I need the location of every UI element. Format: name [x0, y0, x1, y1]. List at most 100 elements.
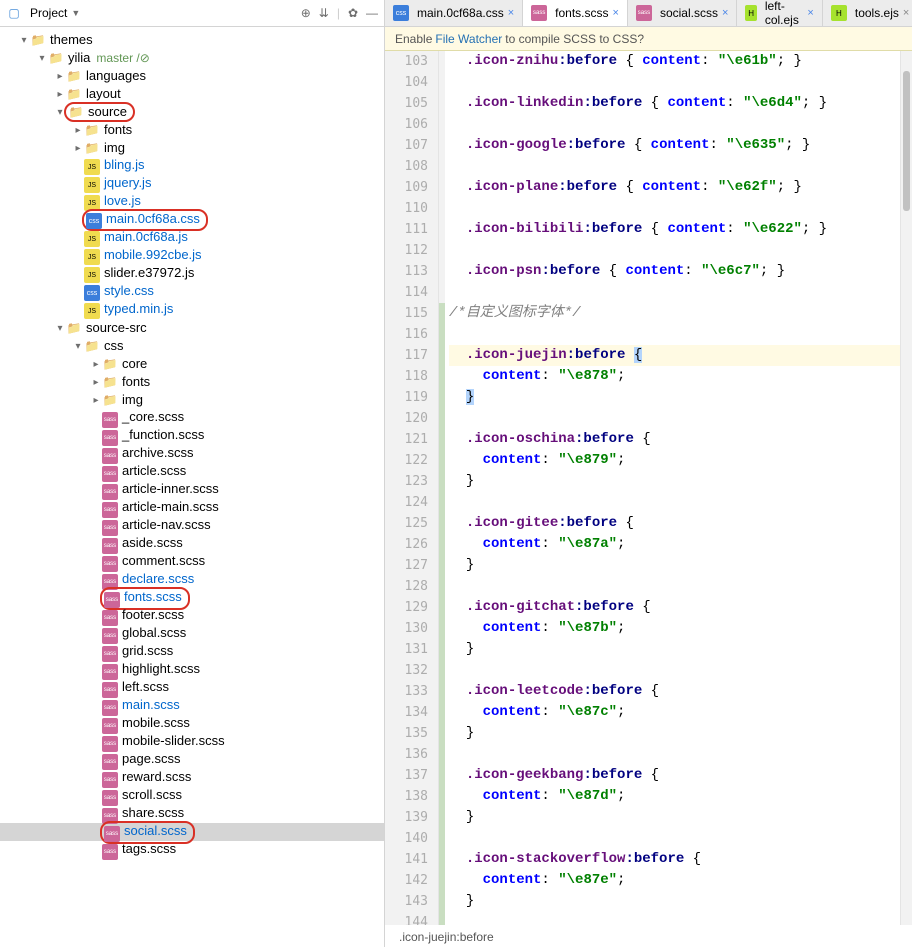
code-line[interactable]: .icon-geekbang:before {	[449, 765, 900, 786]
tree-item[interactable]: bling.js	[0, 157, 384, 175]
tree-item[interactable]: ▸img	[0, 391, 384, 409]
code-line[interactable]	[449, 72, 900, 93]
code-area[interactable]: .icon-znihu:before { content: "\e61b"; }…	[445, 51, 900, 925]
code-line[interactable]	[449, 156, 900, 177]
tree-item[interactable]: mobile.992cbe.js	[0, 247, 384, 265]
tree-item[interactable]: ▸languages	[0, 67, 384, 85]
code-line[interactable]: content: "\e879";	[449, 450, 900, 471]
tree-item[interactable]: ▾themes	[0, 31, 384, 49]
close-icon[interactable]: ×	[807, 7, 813, 19]
code-line[interactable]	[449, 744, 900, 765]
editor-tab[interactable]: fonts.scss×	[523, 0, 628, 26]
close-icon[interactable]: ×	[722, 7, 728, 19]
tree-item[interactable]: tags.scss	[0, 841, 384, 859]
code-line[interactable]: .icon-bilibili:before { content: "\e622"…	[449, 219, 900, 240]
tree-item[interactable]: main.scss	[0, 697, 384, 715]
code-line[interactable]	[449, 240, 900, 261]
editor-tab[interactable]: left-col.ejs×	[737, 0, 822, 26]
code-line[interactable]	[449, 492, 900, 513]
code-line[interactable]	[449, 114, 900, 135]
tree-item[interactable]: archive.scss	[0, 445, 384, 463]
tree-item[interactable]: ▸fonts	[0, 121, 384, 139]
tree-item[interactable]: declare.scss	[0, 571, 384, 589]
tree-item[interactable]: mobile-slider.scss	[0, 733, 384, 751]
gear-icon[interactable]: ✿	[348, 6, 358, 20]
tree-item[interactable]: ▸fonts	[0, 373, 384, 391]
tree-item[interactable]: style.css	[0, 283, 384, 301]
code-line[interactable]: .icon-stackoverflow:before {	[449, 849, 900, 870]
tree-item[interactable]: typed.min.js	[0, 301, 384, 319]
tree-item[interactable]: article-main.scss	[0, 499, 384, 517]
code-line[interactable]: .icon-linkedin:before { content: "\e6d4"…	[449, 93, 900, 114]
code-line[interactable]: content: "\e87b";	[449, 618, 900, 639]
code-line[interactable]: }	[449, 723, 900, 744]
code-line[interactable]	[449, 198, 900, 219]
tree-item[interactable]: main.0cf68a.css	[0, 211, 384, 229]
breadcrumb[interactable]: .icon-juejin:before	[399, 930, 494, 944]
code-line[interactable]	[449, 408, 900, 429]
code-line[interactable]: }	[449, 639, 900, 660]
file-watcher-infobar[interactable]: Enable File Watcher to compile SCSS to C…	[385, 27, 912, 51]
code-line[interactable]	[449, 828, 900, 849]
tree-item[interactable]: left.scss	[0, 679, 384, 697]
tree-item[interactable]: jquery.js	[0, 175, 384, 193]
tree-item[interactable]: ▾yilia master / ⊘	[0, 49, 384, 67]
code-line[interactable]: }	[449, 555, 900, 576]
code-line[interactable]: content: "\e87e";	[449, 870, 900, 891]
code-line[interactable]	[449, 912, 900, 925]
editor-tab[interactable]: social.scss×	[628, 0, 737, 26]
expander-icon[interactable]: ▸	[90, 395, 102, 406]
scrollbar-thumb[interactable]	[903, 71, 910, 211]
tree-item[interactable]: ▾source-src	[0, 319, 384, 337]
editor-tab[interactable]: tools.ejs×	[823, 0, 912, 26]
expander-icon[interactable]: ▸	[72, 125, 84, 136]
tree-item[interactable]: ▸img	[0, 139, 384, 157]
code-line[interactable]: .icon-psn:before { content: "\e6c7"; }	[449, 261, 900, 282]
close-icon[interactable]: ×	[508, 7, 514, 19]
code-line[interactable]: /*自定义图标字体*/	[449, 303, 900, 324]
tree-item[interactable]: reward.scss	[0, 769, 384, 787]
expander-icon[interactable]: ▸	[90, 359, 102, 370]
expander-icon[interactable]: ▸	[72, 143, 84, 154]
tree-item[interactable]: slider.e37972.js	[0, 265, 384, 283]
project-tree[interactable]: ▾themes▾yilia master / ⊘▸languages▸layou…	[0, 27, 384, 947]
tree-item[interactable]: ▸core	[0, 355, 384, 373]
expander-icon[interactable]: ▸	[90, 377, 102, 388]
code-line[interactable]: .icon-gitee:before {	[449, 513, 900, 534]
tree-item[interactable]: share.scss	[0, 805, 384, 823]
code-line[interactable]: content: "\e87c";	[449, 702, 900, 723]
code-line[interactable]: }	[449, 471, 900, 492]
code-line[interactable]: }	[449, 387, 900, 408]
tree-item[interactable]: footer.scss	[0, 607, 384, 625]
editor-tab[interactable]: main.0cf68a.css×	[385, 0, 523, 26]
tree-item[interactable]: _core.scss	[0, 409, 384, 427]
hide-icon[interactable]: —	[366, 6, 378, 20]
code-line[interactable]: }	[449, 891, 900, 912]
scrollbar[interactable]	[900, 51, 912, 925]
code-line[interactable]	[449, 660, 900, 681]
tree-item[interactable]: fonts.scss	[0, 589, 384, 607]
code-line[interactable]: }	[449, 807, 900, 828]
tree-item[interactable]: grid.scss	[0, 643, 384, 661]
tree-item[interactable]: comment.scss	[0, 553, 384, 571]
code-line[interactable]	[449, 576, 900, 597]
tree-item[interactable]: article.scss	[0, 463, 384, 481]
tree-item[interactable]: ▾source	[0, 103, 384, 121]
code-line[interactable]: .icon-leetcode:before {	[449, 681, 900, 702]
expander-icon[interactable]: ▾	[54, 323, 66, 334]
tree-item[interactable]: scroll.scss	[0, 787, 384, 805]
target-icon[interactable]: ⊕	[301, 6, 311, 20]
code-line[interactable]: content: "\e87a";	[449, 534, 900, 555]
code-line[interactable]: content: "\e878";	[449, 366, 900, 387]
tree-item[interactable]: article-nav.scss	[0, 517, 384, 535]
close-icon[interactable]: ×	[613, 7, 619, 19]
tree-item[interactable]: social.scss	[0, 823, 384, 841]
tree-item[interactable]: global.scss	[0, 625, 384, 643]
file-watcher-link[interactable]: File Watcher	[435, 32, 502, 46]
tree-item[interactable]: ▸layout	[0, 85, 384, 103]
code-line[interactable]: .icon-gitchat:before {	[449, 597, 900, 618]
code-line[interactable]: .icon-znihu:before { content: "\e61b"; }	[449, 51, 900, 72]
tree-item[interactable]: ▾css	[0, 337, 384, 355]
code-line[interactable]: .icon-google:before { content: "\e635"; …	[449, 135, 900, 156]
expander-icon[interactable]: ▾	[18, 35, 30, 46]
